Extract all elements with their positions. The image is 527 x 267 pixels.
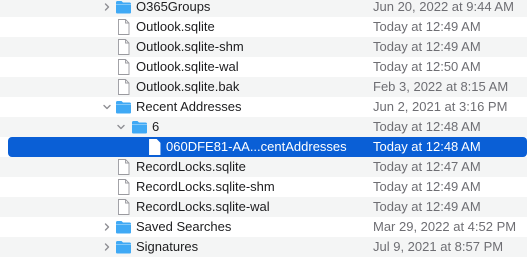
item-name: RecordLocks.sqlite-wal — [136, 199, 270, 214]
item-name: RecordLocks.sqlite-shm — [136, 179, 275, 194]
folder-icon — [115, 0, 132, 15]
item-name: 060DFE81-AA...centAddresses — [166, 139, 347, 154]
item-name: O365Groups — [136, 0, 211, 14]
folder-icon — [115, 219, 132, 235]
list-item[interactable]: Recent Addresses Jun 2, 2021 at 3:16 PM — [0, 97, 527, 117]
list-item[interactable]: Outlook.sqlite-shm Today at 12:49 AM — [0, 37, 527, 57]
item-date-modified: Jun 20, 2022 at 9:44 AM — [373, 0, 514, 14]
item-date-modified: Today at 12:48 AM — [373, 119, 481, 134]
chevron-right-icon[interactable] — [101, 237, 113, 257]
item-date-modified: Feb 3, 2022 at 8:15 AM — [373, 79, 509, 94]
document-icon — [115, 39, 132, 55]
item-name: Recent Addresses — [136, 99, 242, 114]
item-name: Outlook.sqlite-wal — [136, 59, 239, 74]
item-name: Outlook.sqlite-shm — [136, 39, 244, 54]
item-date-modified: Mar 29, 2022 at 4:52 PM — [373, 219, 517, 234]
chevron-down-icon[interactable] — [115, 117, 127, 137]
list-item[interactable]: Outlook.sqlite Today at 12:49 AM — [0, 17, 527, 37]
item-date-modified: Today at 12:48 AM — [373, 139, 481, 154]
chevron-down-icon[interactable] — [101, 97, 113, 117]
item-date-modified: Today at 12:47 AM — [373, 159, 481, 174]
document-icon — [146, 139, 163, 155]
item-date-modified: Today at 12:50 AM — [373, 59, 481, 74]
item-date-modified: Today at 12:49 AM — [373, 19, 481, 34]
list-item[interactable]: Signatures Jul 9, 2021 at 8:57 PM — [0, 237, 527, 257]
folder-icon — [115, 239, 132, 255]
list-item[interactable]: Outlook.sqlite.bak Feb 3, 2022 at 8:15 AM — [0, 77, 527, 97]
item-date-modified: Today at 12:49 AM — [373, 199, 481, 214]
item-date-modified: Jul 9, 2021 at 8:57 PM — [373, 239, 504, 254]
item-date-modified: Today at 12:49 AM — [373, 179, 481, 194]
chevron-right-icon[interactable] — [101, 0, 113, 17]
folder-icon — [131, 119, 148, 135]
item-name: Signatures — [136, 239, 199, 254]
item-date-modified: Today at 12:49 AM — [373, 39, 481, 54]
item-name: Outlook.sqlite — [136, 19, 215, 34]
list-item[interactable]: Saved Searches Mar 29, 2022 at 4:52 PM — [0, 217, 527, 237]
item-date-modified: Jun 2, 2021 at 3:16 PM — [373, 99, 508, 114]
document-icon — [115, 179, 132, 195]
document-icon — [115, 79, 132, 95]
document-icon — [115, 59, 132, 75]
folder-icon — [115, 99, 132, 115]
list-item[interactable]: O365Groups Jun 20, 2022 at 9:44 AM — [0, 0, 527, 17]
list-item[interactable]: RecordLocks.sqlite-wal Today at 12:49 AM — [0, 197, 527, 217]
document-icon — [115, 199, 132, 215]
item-name: Saved Searches — [136, 219, 232, 234]
item-name: Outlook.sqlite.bak — [136, 79, 240, 94]
chevron-right-icon[interactable] — [101, 217, 113, 237]
item-name: 6 — [152, 119, 160, 134]
list-item[interactable]: 6 Today at 12:48 AM — [0, 117, 527, 137]
document-icon — [115, 19, 132, 35]
list-item[interactable]: Outlook.sqlite-wal Today at 12:50 AM — [0, 57, 527, 77]
item-name: RecordLocks.sqlite — [136, 159, 246, 174]
list-item[interactable]: RecordLocks.sqlite-shm Today at 12:49 AM — [0, 177, 527, 197]
document-icon — [115, 159, 132, 175]
file-list[interactable]: O365Groups Jun 20, 2022 at 9:44 AM Outlook… — [0, 0, 527, 267]
list-item-selected[interactable]: 060DFE81-AA...centAddresses Today at 12:4… — [8, 137, 527, 157]
list-item[interactable]: RecordLocks.sqlite Today at 12:47 AM — [0, 157, 527, 177]
